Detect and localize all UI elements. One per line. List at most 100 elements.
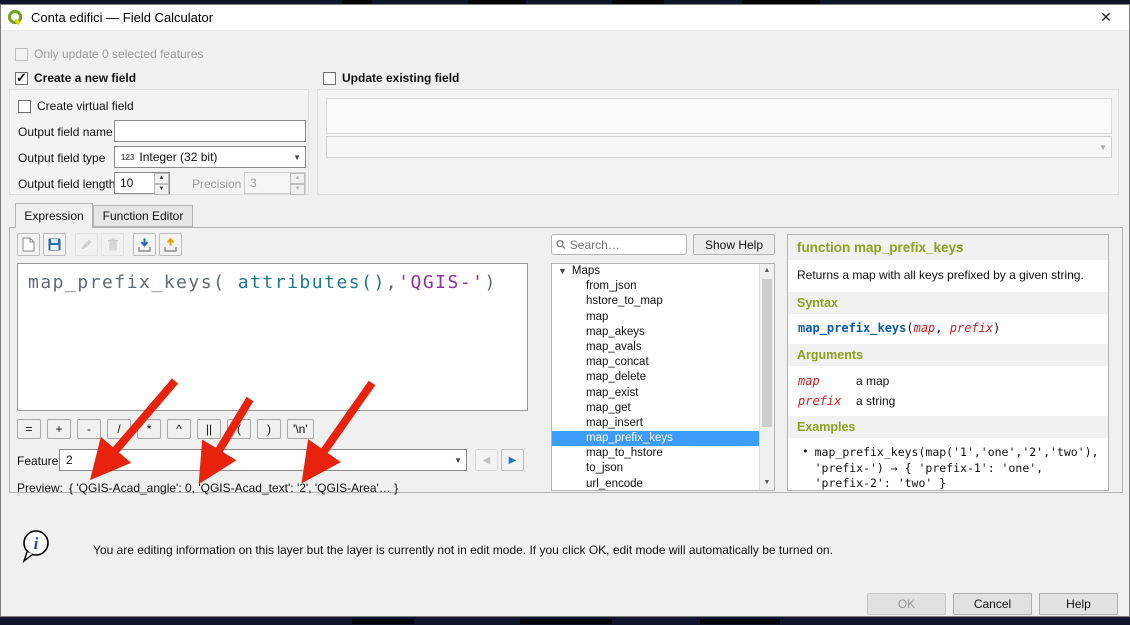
- function-item[interactable]: from_json: [552, 279, 759, 294]
- new-expression-button[interactable]: [17, 233, 40, 256]
- import-expressions-button[interactable]: [133, 233, 156, 256]
- operator-power-button[interactable]: ^: [167, 419, 191, 439]
- tree-group-label: Maps: [572, 264, 600, 279]
- cancel-button[interactable]: Cancel: [953, 593, 1032, 615]
- function-item[interactable]: map_avals: [552, 340, 759, 355]
- feature-combo[interactable]: 2 ▼: [59, 449, 467, 471]
- expression-function: map_prefix_keys: [28, 272, 213, 293]
- function-search[interactable]: [551, 234, 687, 255]
- argument-name: prefix: [798, 394, 856, 408]
- create-new-field-label: Create a new field: [34, 71, 136, 85]
- qgis-logo-icon: [7, 9, 24, 26]
- create-virtual-field-row: Create virtual field: [18, 99, 134, 113]
- tree-scrollbar[interactable]: ▲ ▼: [759, 264, 774, 490]
- output-field-length-spinner[interactable]: 10 ▲▼: [114, 172, 170, 194]
- expression-paren: (: [213, 272, 238, 293]
- function-item[interactable]: to_json: [552, 461, 759, 476]
- example-code: map_prefix_keys(map('1','one','2','two')…: [815, 445, 1100, 491]
- feature-label: Feature: [17, 454, 58, 468]
- scrollbar-thumb[interactable]: [762, 279, 772, 427]
- argument-name: map: [798, 374, 856, 388]
- spin-up-icon[interactable]: ▲: [154, 173, 169, 184]
- syntax-arg-prefix: prefix: [950, 321, 993, 335]
- cancel-button-label: Cancel: [974, 597, 1011, 611]
- argument-row: prefix a string: [788, 391, 1108, 411]
- function-item[interactable]: map_get: [552, 401, 759, 416]
- update-existing-field-checkbox[interactable]: [323, 72, 336, 85]
- output-field-type-combo[interactable]: 123 Integer (32 bit) ▼: [114, 146, 306, 168]
- bullet-icon: •: [802, 445, 809, 491]
- scroll-up-icon[interactable]: ▲: [760, 264, 774, 278]
- operator-concat-button[interactable]: ||: [197, 419, 221, 439]
- help-example: • map_prefix_keys(map('1','one','2','two…: [788, 438, 1108, 491]
- close-icon[interactable]: ✕: [1089, 6, 1123, 30]
- expression-editor[interactable]: map_prefix_keys( attributes(),'QGIS-'): [17, 263, 528, 411]
- expression-argument: attributes(): [238, 272, 386, 293]
- show-help-button[interactable]: Show Help: [693, 234, 775, 255]
- precision-spinner[interactable]: 3 ▲▼: [244, 172, 306, 194]
- create-virtual-field-label: Create virtual field: [37, 99, 134, 113]
- help-button-label: Help: [1066, 597, 1091, 611]
- update-existing-field-label: Update existing field: [342, 71, 459, 85]
- tab-expression[interactable]: Expression: [15, 203, 93, 228]
- ok-button[interactable]: OK: [867, 593, 946, 615]
- function-item[interactable]: map_delete: [552, 370, 759, 385]
- spin-down-icon[interactable]: ▼: [154, 184, 169, 195]
- info-icon: i: [21, 529, 51, 563]
- help-arguments-header: Arguments: [788, 344, 1108, 366]
- create-virtual-field-checkbox[interactable]: [18, 100, 31, 113]
- function-item[interactable]: map_exist: [552, 386, 759, 401]
- save-expression-button[interactable]: [43, 233, 66, 256]
- operator-divide-button[interactable]: /: [107, 419, 131, 439]
- only-update-selected-checkbox[interactable]: [15, 48, 28, 61]
- function-item-selected[interactable]: map_prefix_keys: [552, 431, 759, 446]
- function-item[interactable]: hstore_to_map: [552, 294, 759, 309]
- function-item[interactable]: map_insert: [552, 416, 759, 431]
- operator-plus-button[interactable]: +: [47, 419, 71, 439]
- argument-description: a string: [856, 394, 895, 408]
- search-input[interactable]: [570, 238, 682, 252]
- next-feature-button[interactable]: ▶: [501, 449, 524, 471]
- operator-newline-button[interactable]: '\n': [287, 419, 314, 439]
- output-field-length-label: Output field length: [18, 177, 115, 191]
- syntax-arg-map: map: [914, 321, 936, 335]
- svg-text:i: i: [34, 534, 39, 553]
- previous-feature-button: ◀: [475, 449, 498, 471]
- export-expressions-button[interactable]: [159, 233, 182, 256]
- edit-expression-button: [75, 233, 98, 256]
- spinner-arrows[interactable]: ▲▼: [154, 173, 169, 193]
- function-item[interactable]: map: [552, 310, 759, 325]
- existing-field-combo: ▼: [326, 136, 1112, 158]
- chevron-down-icon: ▼: [1099, 137, 1107, 157]
- update-existing-field-row: Update existing field: [323, 71, 459, 85]
- new-field-group: Create virtual field Output field name O…: [9, 89, 309, 195]
- operator-close-paren-button[interactable]: ): [257, 419, 281, 439]
- operator-equals-button[interactable]: =: [17, 419, 41, 439]
- help-button[interactable]: Help: [1039, 593, 1118, 615]
- output-field-name-input[interactable]: [114, 120, 306, 142]
- output-field-name-label: Output field name: [18, 125, 113, 139]
- background-artifact: [352, 619, 414, 624]
- function-tree[interactable]: ▼ Maps from_json hstore_to_map map map_a…: [551, 263, 775, 491]
- function-item[interactable]: map_akeys: [552, 325, 759, 340]
- function-help-panel: function map_prefix_keys Returns a map w…: [787, 234, 1109, 491]
- help-title: function map_prefix_keys: [788, 235, 1108, 260]
- syntax-function-name: map_prefix_keys: [798, 321, 906, 335]
- help-syntax-line: map_prefix_keys(map, prefix): [788, 314, 1108, 344]
- function-item[interactable]: map_concat: [552, 355, 759, 370]
- create-new-field-checkbox[interactable]: [15, 72, 28, 85]
- title-bar[interactable]: Conta edifici — Field Calculator ✕: [1, 5, 1129, 31]
- operator-multiply-button[interactable]: *: [137, 419, 161, 439]
- function-item[interactable]: map_to_hstore: [552, 446, 759, 461]
- scroll-down-icon[interactable]: ▼: [760, 476, 774, 490]
- expression-paren-close: ): [485, 272, 497, 293]
- precision-label: Precision: [192, 177, 241, 191]
- operator-minus-button[interactable]: -: [77, 419, 101, 439]
- import-arrow-icon: [138, 238, 151, 252]
- operator-open-paren-button[interactable]: (: [227, 419, 251, 439]
- tree-group-maps[interactable]: ▼ Maps: [552, 264, 759, 279]
- window-title: Conta edifici — Field Calculator: [31, 10, 213, 25]
- function-item[interactable]: url_encode: [552, 477, 759, 491]
- tab-function-editor[interactable]: Function Editor: [93, 205, 193, 227]
- collapse-triangle-icon[interactable]: ▼: [558, 264, 567, 279]
